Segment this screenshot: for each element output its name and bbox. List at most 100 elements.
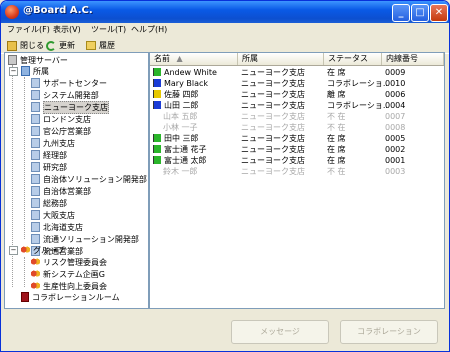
department-icon xyxy=(31,150,40,160)
server-icon xyxy=(8,55,17,65)
tree-org-item-label: 経理部 xyxy=(43,150,67,160)
tree-org-node[interactable]: 所属 xyxy=(21,65,49,77)
group-icon xyxy=(31,269,40,279)
member-name-cell: 山田 二郎 xyxy=(153,100,199,111)
department-icon xyxy=(31,102,40,112)
refresh-tool-button[interactable]: 更新 xyxy=(46,40,75,51)
list-row[interactable]: 鈴木 一郎 ニューヨーク支店 不 在 0003 xyxy=(150,166,444,177)
tree-org-item-label: ロンドン支店 xyxy=(43,114,91,124)
member-ext-cell: 0001 xyxy=(385,156,406,165)
close-button[interactable]: ✕ xyxy=(430,4,448,22)
message-button[interactable]: メッセージ xyxy=(231,320,329,344)
tree-group-node[interactable]: グループ xyxy=(21,244,65,256)
status-flag-icon xyxy=(153,79,161,87)
list-row[interactable]: 山本 五郎 ニューヨーク支店 不 在 0007 xyxy=(150,111,444,122)
group-icon xyxy=(31,281,40,291)
org-expander[interactable]: − xyxy=(9,67,18,76)
close-folder-icon xyxy=(7,40,17,51)
member-list[interactable]: 名前 ▲ 所属 ステータス 内線番号 Andew White ニューヨーク支店在 … xyxy=(149,52,445,309)
member-ext-cell: 0004 xyxy=(385,101,406,110)
list-row[interactable]: Mary Black ニューヨーク支店 コラボレーショ.. 0010 xyxy=(150,78,444,89)
minimize-button[interactable]: _ xyxy=(392,4,410,22)
tree-org-item[interactable]: 九州支店 xyxy=(31,137,75,149)
member-name: 小林 一子 xyxy=(163,123,198,132)
tree-org-item-label: サポートセンター xyxy=(43,78,107,88)
tree-org-item[interactable]: 経理部 xyxy=(31,149,67,161)
list-row[interactable]: 富士通 花子 ニューヨーク支店 在 席 0002 xyxy=(150,144,444,155)
member-name-cell: 富士通 太郎 xyxy=(153,155,207,166)
member-dept-cell: ニューヨーク支店 xyxy=(241,68,305,77)
tree-org-item[interactable]: 自治体営業部 xyxy=(31,185,91,197)
list-row[interactable]: 富士通 太郎 ニューヨーク支店 在 席 0001 xyxy=(150,155,444,166)
member-name: 富士通 花子 xyxy=(164,145,207,154)
member-name: 山田 二郎 xyxy=(164,101,199,110)
menu-help[interactable]: ヘルプ(H) xyxy=(131,24,167,35)
tree-group-item-label: 新システム企画G xyxy=(43,269,105,279)
list-row[interactable]: 田中 三郎 ニューヨーク支店 在 席 0005 xyxy=(150,133,444,144)
tree-org-item-label: 流通ソリューション開発部 xyxy=(43,234,139,244)
status-flag-icon xyxy=(153,101,161,109)
tree-org-item[interactable]: 北海道支店 xyxy=(31,221,83,233)
tree-org-item[interactable]: ロンドン支店 xyxy=(31,113,91,125)
tree-org-item[interactable]: 官公庁営業部 xyxy=(31,125,91,137)
member-dept-cell: ニューヨーク支店 xyxy=(241,101,305,110)
list-row[interactable]: 小林 一子 ニューヨーク支店 不 在 0008 xyxy=(150,122,444,133)
tree-org-item[interactable]: 研究部 xyxy=(31,161,67,173)
member-name-cell: 佐藤 四郎 xyxy=(153,89,199,100)
col-header-status[interactable]: ステータス xyxy=(324,53,382,65)
department-icon xyxy=(31,126,40,136)
member-status-cell: 不 在 xyxy=(327,123,346,132)
tree-org-item-label: システム開発部 xyxy=(43,90,99,100)
window-title: @Board A.C. xyxy=(23,5,93,16)
menu-view[interactable]: 表示(V) xyxy=(53,24,81,35)
tree-org-item-label: 官公庁営業部 xyxy=(43,126,91,136)
maximize-button[interactable]: □ xyxy=(411,4,429,22)
department-icon xyxy=(31,78,40,88)
member-name: 富士通 太郎 xyxy=(164,156,207,165)
menu-file[interactable]: ファイル(F) xyxy=(7,24,50,35)
collaboration-button[interactable]: コラボレーション xyxy=(340,320,438,344)
tree-org-item[interactable]: 総務部 xyxy=(31,197,67,209)
tree-room-node[interactable]: コラボレーションルーム xyxy=(21,291,120,303)
member-ext-cell: 0009 xyxy=(385,68,406,77)
member-name: 鈴木 一郎 xyxy=(163,167,198,176)
list-row[interactable]: 山田 二郎 ニューヨーク支店 コラボレーショ.. 0004 xyxy=(150,100,444,111)
tree-org-item[interactable]: ニューヨーク支店 xyxy=(31,100,109,114)
menu-tools[interactable]: ツール(T) xyxy=(91,24,126,35)
history-tool-button[interactable]: 履歴 xyxy=(86,40,115,51)
close-tool-button[interactable]: 閉じる xyxy=(7,40,44,51)
history-tool-label: 履歴 xyxy=(99,41,115,50)
tree-group-item[interactable]: リスク管理委員会 xyxy=(31,256,107,268)
member-status-cell: コラボレーショ.. xyxy=(327,101,388,110)
app-icon xyxy=(5,5,19,19)
list-row[interactable]: 佐藤 四郎 ニューヨーク支店 離 席 0006 xyxy=(150,89,444,100)
status-flag-icon xyxy=(153,90,161,98)
tree-pane[interactable]: 管理サーバー − 所属 サポートセンター システム開発部 ニューヨーク支店 ロンドン支… xyxy=(4,52,149,309)
tree-org-item[interactable]: 自治体ソリューション開発部 xyxy=(31,173,147,185)
member-name-cell: 富士通 花子 xyxy=(153,144,207,155)
list-row[interactable]: Andew White ニューヨーク支店 在 席 0009 xyxy=(150,67,444,78)
title-bar[interactable]: @Board A.C. _ □ ✕ xyxy=(1,1,449,23)
tree-org-item[interactable]: 大阪支店 xyxy=(31,209,75,221)
member-status-cell: 在 席 xyxy=(327,145,346,154)
tree-org-item[interactable]: システム開発部 xyxy=(31,89,99,101)
member-dept-cell: ニューヨーク支店 xyxy=(241,134,305,143)
group-expander[interactable]: − xyxy=(9,246,18,255)
col-header-ext[interactable]: 内線番号 xyxy=(382,53,444,65)
tree-org-item[interactable]: サポートセンター xyxy=(31,77,107,89)
col-header-name[interactable]: 名前 ▲ xyxy=(150,53,238,65)
department-icon xyxy=(31,222,40,232)
tree-org-item-label: 北海道支店 xyxy=(43,222,83,232)
member-name: Mary Black xyxy=(164,79,209,88)
tree-root-label: 管理サーバー xyxy=(20,55,68,65)
close-tool-label: 閉じる xyxy=(20,41,44,50)
group-icon xyxy=(31,257,40,267)
member-ext-cell: 0005 xyxy=(385,134,406,143)
tree-group-item[interactable]: 新システム企画G xyxy=(31,268,105,280)
member-status-cell: 不 在 xyxy=(327,112,346,121)
member-status-cell: 離 席 xyxy=(327,90,346,99)
member-name-cell: 山本 五郎 xyxy=(153,111,198,122)
member-name: 山本 五郎 xyxy=(163,112,198,121)
col-header-dept[interactable]: 所属 xyxy=(238,53,324,65)
member-dept-cell: ニューヨーク支店 xyxy=(241,90,305,99)
